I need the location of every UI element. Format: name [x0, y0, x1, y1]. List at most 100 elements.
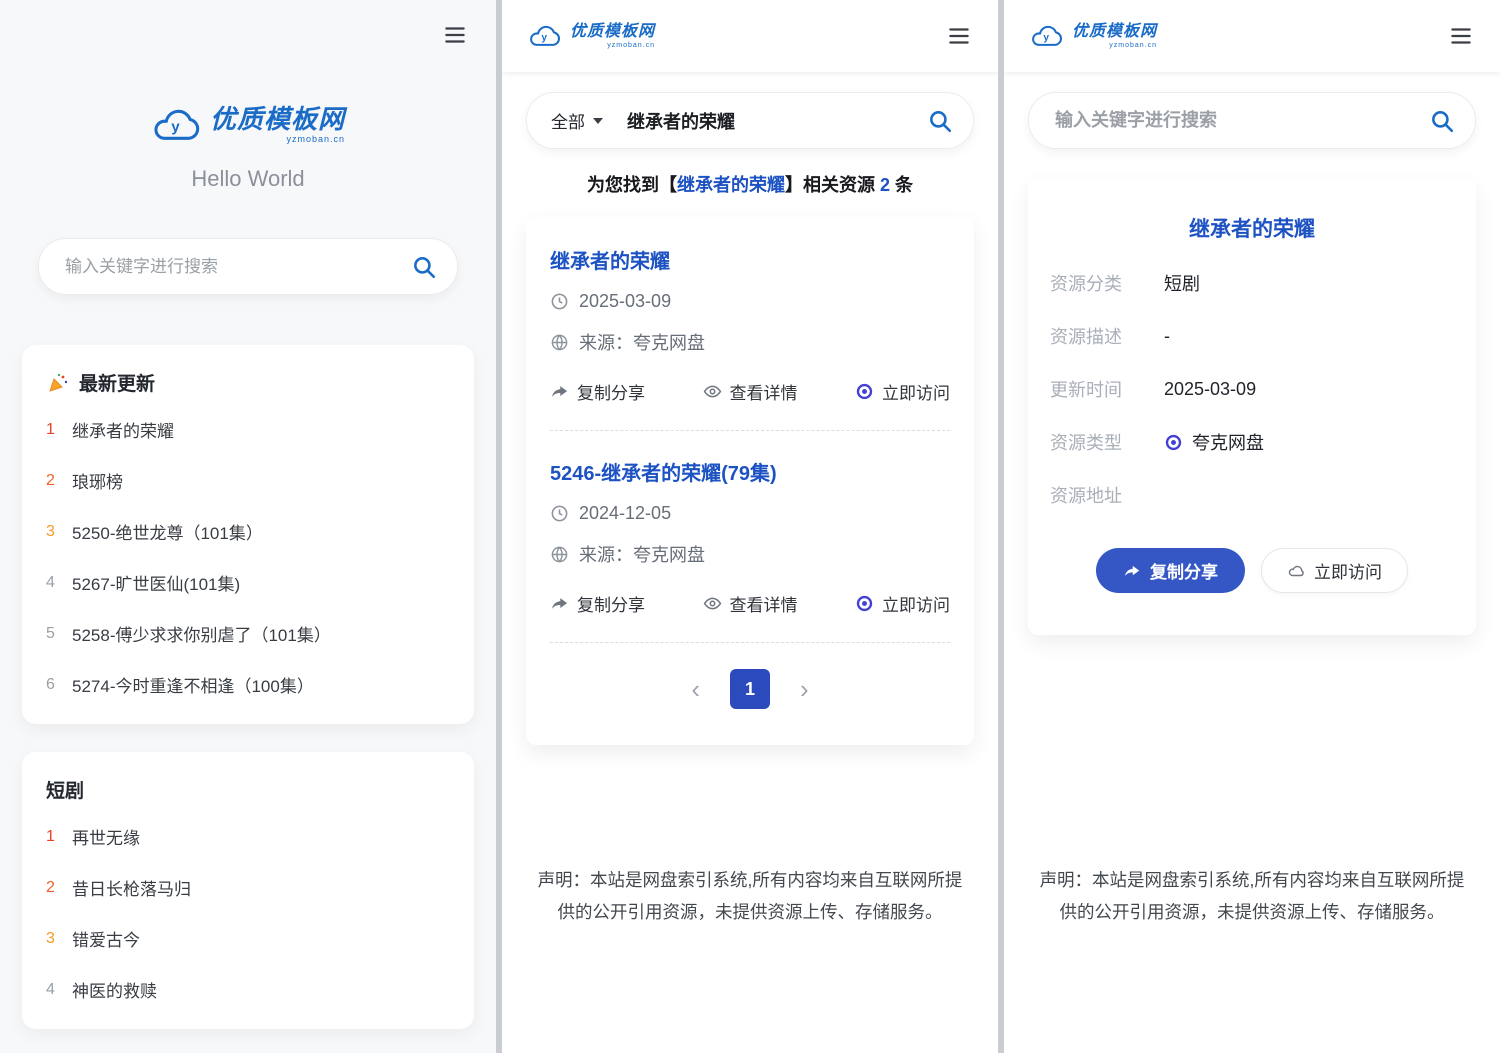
site-logo[interactable]: y 优质模板网 yzmoban.cn: [151, 106, 345, 144]
visit-now-button[interactable]: 立即访问: [855, 379, 950, 404]
field-value: 夸克网盘: [1164, 429, 1264, 455]
rank-number: 1: [46, 421, 72, 439]
latest-card-header: 最新更新: [46, 369, 450, 396]
visit-now-button[interactable]: 立即访问: [855, 591, 950, 616]
list-item[interactable]: 3 错爱古今: [46, 913, 450, 964]
list-item[interactable]: 5 5258-傅少求求你别虐了（101集）: [46, 608, 450, 659]
result-source: 来源：夸克网盘: [579, 329, 705, 355]
search-results-panel: y 优质模板网 yzmoban.cn 全部: [502, 0, 998, 1053]
list-item[interactable]: 4 5267-旷世医仙(101集): [46, 557, 450, 608]
result-source-row: 来源：夸克网盘: [550, 329, 950, 355]
cloud-icon: [1287, 562, 1305, 580]
divider: [550, 642, 950, 643]
brand-name: 优质模板网: [570, 24, 655, 40]
field-label: 资源类型: [1050, 429, 1142, 455]
cloud-logo-icon: y: [1030, 23, 1063, 49]
list-item[interactable]: 6 5274-今时重逢不相逢（100集）: [46, 659, 450, 710]
globe-icon: [550, 333, 569, 352]
field-value: 2025-03-09: [1164, 378, 1256, 400]
search-icon[interactable]: [927, 108, 953, 134]
result-date-row: 2024-12-05: [550, 503, 950, 524]
list-item[interactable]: 2 昔日长枪落马归: [46, 862, 450, 913]
copy-share-button[interactable]: 复制分享: [550, 379, 645, 404]
radio-dot-icon: [855, 382, 874, 401]
list-item[interactable]: 3 5250-绝世龙尊（101集）: [46, 506, 450, 557]
home-panel: y 优质模板网 yzmoban.cn Hello World: [0, 0, 496, 1053]
party-popper-icon: [46, 371, 70, 395]
list-item-title: 5267-旷世医仙(101集): [72, 570, 240, 595]
field-label: 资源地址: [1050, 482, 1142, 508]
list-item[interactable]: 4 神医的救赎: [46, 964, 450, 1015]
globe-icon: [550, 545, 569, 564]
search-icon[interactable]: [1429, 108, 1455, 134]
list-item-title: 继承者的荣耀: [72, 417, 174, 442]
result-date: 2025-03-09: [579, 291, 671, 312]
view-detail-button[interactable]: 查看详情: [703, 591, 798, 616]
rank-number: 2: [46, 472, 72, 490]
field-address: 资源地址: [1050, 482, 1454, 508]
summary-keyword: 继承者的荣耀: [677, 175, 785, 195]
result-summary: 为您找到【继承者的荣耀】相关资源 2 条: [502, 171, 998, 197]
rank-number: 3: [46, 523, 72, 541]
radio-dot-icon: [855, 594, 874, 613]
menu-icon[interactable]: [442, 22, 468, 48]
home-search-box: [38, 238, 458, 295]
visit-now-button[interactable]: 立即访问: [1261, 548, 1408, 593]
field-description: 资源描述 -: [1050, 323, 1454, 349]
results-card: 继承者的荣耀 2025-03-09 来源：夸克网盘 复制分享: [526, 217, 974, 745]
clock-icon: [550, 504, 569, 523]
page-number-button[interactable]: 1: [730, 669, 770, 709]
search-icon[interactable]: [411, 254, 437, 280]
prev-page-button[interactable]: ‹: [691, 676, 700, 702]
site-logo[interactable]: y 优质模板网 yzmoban.cn: [528, 23, 655, 49]
share-icon: [550, 594, 569, 613]
next-page-button[interactable]: ›: [800, 676, 809, 702]
search-input[interactable]: [63, 256, 411, 278]
resource-detail-card: 继承者的荣耀 资源分类 短剧 资源描述 - 更新时间 2025-03-09 资源…: [1028, 179, 1476, 635]
brand-name: 优质模板网: [210, 106, 345, 132]
result-source-row: 来源：夸克网盘: [550, 541, 950, 567]
rank-number: 4: [46, 574, 72, 592]
filter-label: 全部: [551, 108, 585, 133]
hello-text: Hello World: [0, 166, 496, 192]
cloud-logo-icon: y: [151, 106, 201, 144]
result-date-row: 2025-03-09: [550, 291, 950, 312]
field-type: 资源类型 夸克网盘: [1050, 429, 1454, 455]
list-item[interactable]: 1 再世无缘: [46, 811, 450, 862]
rank-number: 4: [46, 981, 72, 999]
field-updated: 更新时间 2025-03-09: [1050, 376, 1454, 402]
category-filter-dropdown[interactable]: 全部: [551, 108, 603, 133]
search-input[interactable]: [1053, 109, 1429, 132]
summary-text: 】相关资源: [785, 175, 880, 195]
menu-icon[interactable]: [1448, 23, 1474, 49]
search-bar: 全部: [526, 92, 974, 149]
share-icon: [550, 382, 569, 401]
radio-dot-icon: [1164, 433, 1183, 452]
list-item[interactable]: 2 琅琊榜: [46, 455, 450, 506]
menu-icon[interactable]: [946, 23, 972, 49]
copy-share-button[interactable]: 复制分享: [1096, 548, 1245, 593]
divider: [550, 430, 950, 431]
result-title-link[interactable]: 5246-继承者的荣耀(79集): [550, 457, 950, 486]
resource-title: 继承者的荣耀: [1050, 213, 1454, 243]
disclaimer-text: 声明：本站是网盘索引系统,所有内容均来自互联网所提供的公开引用资源，未提供资源上…: [1034, 864, 1470, 928]
summary-text: 为您找到【: [587, 175, 677, 195]
copy-share-button[interactable]: 复制分享: [550, 591, 645, 616]
summary-count: 2: [880, 175, 890, 195]
search-input[interactable]: [625, 109, 927, 132]
view-detail-button[interactable]: 查看详情: [703, 379, 798, 404]
result-title-link[interactable]: 继承者的荣耀: [550, 245, 950, 274]
clock-icon: [550, 292, 569, 311]
result-date: 2024-12-05: [579, 503, 671, 524]
list-item-title: 5250-绝世龙尊（101集）: [72, 519, 263, 544]
list-item[interactable]: 1 继承者的荣耀: [46, 404, 450, 455]
field-type-value: 夸克网盘: [1192, 429, 1264, 455]
brand-domain: yzmoban.cn: [607, 42, 655, 49]
eye-icon: [703, 594, 722, 613]
rank-number: 2: [46, 879, 72, 897]
list-item-title: 琅琊榜: [72, 468, 123, 493]
result-item: 继承者的荣耀 2025-03-09 来源：夸克网盘 复制分享: [550, 245, 950, 404]
site-logo[interactable]: y 优质模板网 yzmoban.cn: [1030, 23, 1157, 49]
rank-number: 3: [46, 930, 72, 948]
cloud-logo-icon: y: [528, 23, 561, 49]
